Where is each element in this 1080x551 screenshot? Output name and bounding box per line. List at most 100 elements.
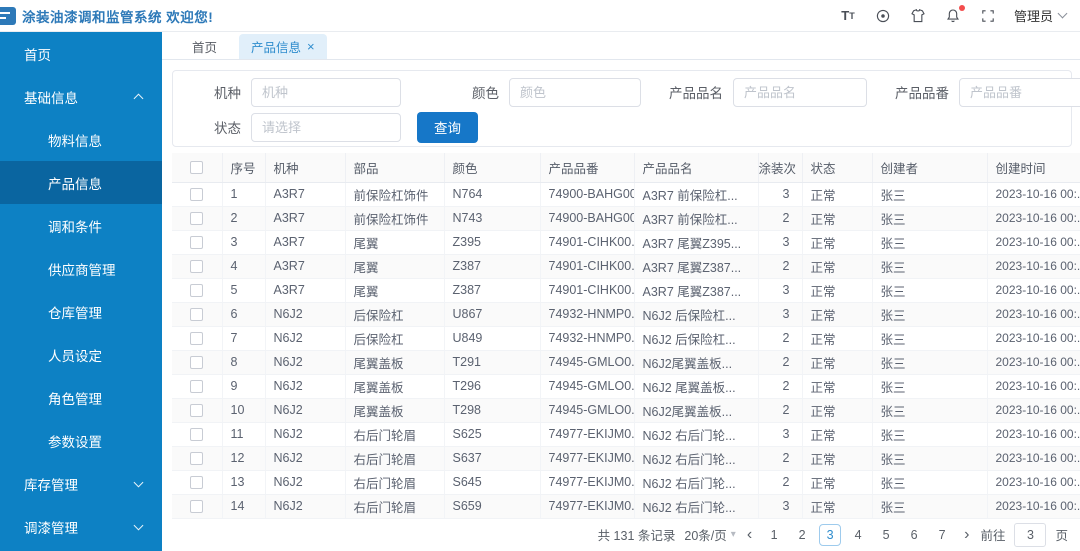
color-input[interactable] — [509, 77, 641, 107]
cell-model: A3R7 — [265, 278, 346, 303]
cell-status: 正常 — [802, 374, 873, 399]
cell-created: 2023-10-16 00:... — [987, 326, 1080, 351]
sidebar: 首页 基础信息 物料信息 产品信息 调和条件 供应商管理 仓库管理 人员设定 角… — [0, 32, 162, 551]
font-size-icon[interactable]: TT — [839, 7, 857, 25]
user-menu[interactable]: 管理员 — [1014, 6, 1068, 25]
page-number-button[interactable]: 6 — [903, 524, 925, 546]
table-row: 10 N6J2 尾翼盖板 T298 74945-GMLO0... N6J2尾翼盖… — [172, 398, 1080, 423]
goto-page-input[interactable] — [1014, 522, 1047, 547]
row-checkbox[interactable] — [190, 452, 204, 466]
cell-seq: 4 — [222, 254, 266, 279]
page-number-button[interactable]: 4 — [847, 524, 869, 546]
sidebar-item[interactable]: 首页 — [0, 32, 162, 75]
row-checkbox[interactable] — [190, 476, 204, 490]
tab-close-icon[interactable]: × — [307, 40, 315, 53]
status-select[interactable] — [251, 112, 401, 142]
cell-color: T291 — [444, 350, 541, 375]
part-no-input[interactable] — [959, 77, 1080, 107]
page-number-button[interactable]: 1 — [763, 524, 785, 546]
cell-status: 正常 — [802, 494, 873, 519]
sidebar-item-label: 物料信息 — [48, 133, 102, 149]
sidebar-item[interactable]: 物料信息 — [0, 118, 162, 161]
select-all-checkbox[interactable] — [190, 161, 204, 175]
sidebar-item[interactable]: 基础信息 — [0, 75, 162, 118]
caret-down-icon: ▾ — [730, 529, 736, 540]
cell-status: 正常 — [802, 182, 873, 207]
cell-coats: 2 — [758, 350, 803, 375]
page-number-button[interactable]: 2 — [791, 524, 813, 546]
tab-bar: 首页 × 产品信息 × — [162, 32, 1080, 60]
fullscreen-icon[interactable] — [979, 7, 997, 25]
row-checkbox[interactable] — [190, 356, 204, 370]
cell-part-no: 74901-CIHK00... — [540, 278, 635, 303]
sidebar-item[interactable]: 调和条件 — [0, 204, 162, 247]
page-number-button[interactable]: 5 — [875, 524, 897, 546]
row-checkbox[interactable] — [190, 212, 204, 226]
filter-color: 颜色 — [455, 77, 641, 107]
tab[interactable]: 首页 × — [180, 34, 229, 59]
row-checkbox[interactable] — [190, 188, 204, 202]
sidebar-item[interactable]: 调漆管理 — [0, 505, 162, 548]
sidebar-item[interactable]: 仓库管理 — [0, 290, 162, 333]
prev-page-button[interactable]: ‹ — [745, 526, 754, 543]
cell-part: 前保险杠饰件 — [345, 206, 445, 231]
cell-coats: 2 — [758, 374, 803, 399]
cell-seq: 6 — [222, 302, 266, 327]
cell-part-no: 74977-EKIJM0... — [540, 494, 635, 519]
cell-part: 右后门轮眉 — [345, 422, 445, 447]
header-actions: TT 管理员 — [839, 4, 1068, 25]
chevron-icon — [133, 520, 144, 530]
sidebar-item[interactable]: 参数设置 — [0, 419, 162, 462]
tab[interactable]: 产品信息 × — [239, 34, 327, 59]
row-checkbox[interactable] — [190, 236, 204, 250]
notification-bell-icon[interactable] — [944, 4, 965, 25]
row-checkbox[interactable] — [190, 380, 204, 394]
sidebar-item[interactable]: 库存管理 — [0, 462, 162, 505]
row-checkbox[interactable] — [190, 284, 204, 298]
cell-created: 2023-10-16 00:... — [987, 422, 1080, 447]
table-row: 2 A3R7 前保险杠饰件 N743 74900-BAHG00... A3R7 … — [172, 206, 1080, 231]
table-row: 9 N6J2 尾翼盖板 T296 74945-GMLO0... N6J2 尾翼盖… — [172, 374, 1080, 399]
sidebar-item[interactable]: 产品信息 — [0, 161, 162, 204]
cell-product-name: N6J2 右后门轮... — [634, 422, 759, 447]
page-number-button[interactable]: 7 — [931, 524, 953, 546]
product-name-input[interactable] — [733, 77, 867, 107]
cell-created: 2023-10-16 00:... — [987, 446, 1080, 471]
cell-creator: 张三 — [872, 206, 988, 231]
row-checkbox[interactable] — [190, 260, 204, 274]
cell-color: S637 — [444, 446, 541, 471]
sidebar-item[interactable]: 人员设定 — [0, 333, 162, 376]
model-input[interactable] — [251, 77, 401, 107]
color-label: 颜色 — [472, 86, 499, 101]
theme-shirt-icon[interactable] — [909, 7, 927, 25]
page-number-button[interactable]: 3 — [819, 523, 842, 546]
table-row: 4 A3R7 尾翼 Z387 74901-CIHK00... A3R7 尾翼Z3… — [172, 254, 1080, 279]
cell-part-no: 74977-EKIJM0... — [540, 422, 635, 447]
cell-checkbox — [172, 350, 223, 375]
cell-product-name: N6J2 右后门轮... — [634, 470, 759, 495]
bullseye-icon[interactable] — [874, 7, 892, 25]
cell-coats: 3 — [758, 230, 803, 255]
cell-checkbox — [172, 398, 223, 423]
row-checkbox[interactable] — [190, 332, 204, 346]
sidebar-item-label: 首页 — [24, 47, 51, 63]
cell-status: 正常 — [802, 350, 873, 375]
row-checkbox[interactable] — [190, 500, 204, 514]
cell-seq: 9 — [222, 374, 266, 399]
cell-model: N6J2 — [265, 326, 346, 351]
cell-color: S659 — [444, 494, 541, 519]
next-page-button[interactable]: › — [962, 526, 971, 543]
search-button[interactable]: 查询 — [417, 111, 478, 143]
cell-creator: 张三 — [872, 182, 988, 207]
cell-creator: 张三 — [872, 254, 988, 279]
table-row: 5 A3R7 尾翼 Z387 74901-CIHK00... A3R7 尾翼Z3… — [172, 278, 1080, 303]
sidebar-item[interactable]: 供应商管理 — [0, 247, 162, 290]
row-checkbox[interactable] — [190, 428, 204, 442]
row-checkbox[interactable] — [190, 404, 204, 418]
page-size-select[interactable]: 20条/页 ▾ — [684, 525, 735, 544]
tab-label: 产品信息 — [251, 41, 302, 55]
cell-seq: 3 — [222, 230, 266, 255]
sidebar-item[interactable]: 角色管理 — [0, 376, 162, 419]
row-checkbox[interactable] — [190, 308, 204, 322]
cell-checkbox — [172, 254, 223, 279]
